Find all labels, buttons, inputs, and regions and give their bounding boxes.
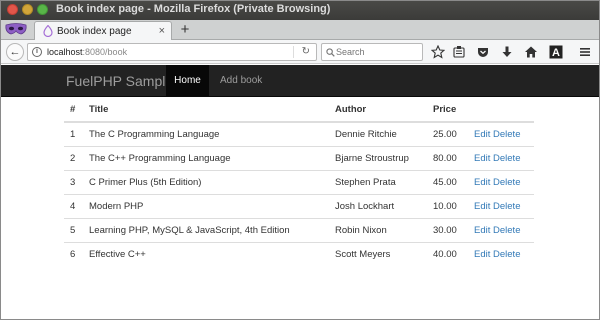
window-maximize-button[interactable] bbox=[37, 4, 48, 15]
book-title: The C++ Programming Language bbox=[83, 145, 329, 170]
reading-list-icon[interactable] bbox=[452, 45, 466, 59]
delete-link[interactable]: Delete bbox=[493, 225, 520, 236]
book-price: 25.00 bbox=[433, 128, 457, 140]
nav-home-link[interactable]: Home bbox=[166, 65, 209, 97]
row-number: 2 bbox=[64, 145, 83, 170]
window-minimize-button[interactable] bbox=[22, 4, 33, 15]
book-author: Robin Nixon bbox=[329, 217, 427, 242]
home-icon[interactable] bbox=[524, 45, 538, 59]
delete-link[interactable]: Delete bbox=[493, 153, 520, 164]
menu-icon[interactable] bbox=[578, 45, 592, 59]
url-path: :8080/book bbox=[82, 47, 128, 57]
book-title: C Primer Plus (5th Edition) bbox=[83, 169, 329, 194]
table-row: 5 Learning PHP, MySQL & JavaScript, 4th … bbox=[64, 217, 534, 242]
row-actions: Edit Delete bbox=[468, 145, 534, 170]
private-browsing-mask-icon bbox=[4, 21, 28, 38]
edit-link[interactable]: Edit bbox=[474, 129, 490, 140]
edit-link[interactable]: Edit bbox=[474, 177, 490, 188]
page-favicon-icon bbox=[43, 24, 53, 38]
browser-toolbar: ← i localhost:8080/book ↻ A bbox=[0, 40, 600, 64]
column-header-author: Author bbox=[329, 98, 427, 123]
row-number: 1 bbox=[70, 128, 76, 140]
book-price: 40.00 bbox=[427, 241, 468, 266]
column-header-price: Price bbox=[427, 98, 468, 123]
url-text: localhost:8080/book bbox=[47, 47, 127, 57]
column-header-title: Title bbox=[83, 98, 329, 123]
table-row: 4 Modern PHP Josh Lockhart 10.00 Edit De… bbox=[64, 193, 534, 218]
book-author: Bjarne Stroustrup bbox=[329, 145, 427, 170]
book-title: The C Programming Language bbox=[89, 128, 220, 140]
site-info-icon[interactable]: i bbox=[32, 47, 42, 57]
table-header-row: # Title Author Price bbox=[64, 98, 534, 123]
row-number: 4 bbox=[64, 193, 83, 218]
tab-close-icon[interactable]: × bbox=[159, 25, 165, 37]
window-close-button[interactable] bbox=[7, 4, 18, 15]
row-number: 3 bbox=[64, 169, 83, 194]
tab-label: Book index page bbox=[57, 26, 132, 37]
row-number: 6 bbox=[64, 241, 83, 266]
book-price: 30.00 bbox=[427, 217, 468, 242]
url-separator bbox=[293, 46, 294, 58]
edit-link[interactable]: Edit bbox=[474, 225, 490, 236]
book-table: # Title Author Price 1 The C Programming… bbox=[64, 98, 534, 266]
book-author: Scott Meyers bbox=[329, 241, 427, 266]
site-navbar: FuelPHP Sample Home Add book bbox=[0, 65, 600, 97]
url-host: localhost bbox=[47, 47, 83, 57]
book-price: 45.00 bbox=[427, 169, 468, 194]
delete-link[interactable]: Delete bbox=[493, 177, 520, 188]
search-input[interactable] bbox=[336, 46, 420, 58]
book-title: Modern PHP bbox=[83, 193, 329, 218]
window-titlebar: Book index page - Mozilla Firefox (Priva… bbox=[0, 0, 600, 20]
bookmark-star-icon[interactable] bbox=[431, 45, 445, 59]
delete-link[interactable]: Delete bbox=[493, 249, 520, 260]
edit-link[interactable]: Edit bbox=[474, 201, 490, 212]
book-price: 80.00 bbox=[427, 145, 468, 170]
column-header-actions bbox=[468, 98, 534, 123]
book-title: Effective C++ bbox=[83, 241, 329, 266]
search-icon bbox=[326, 46, 335, 60]
row-actions: Edit Delete bbox=[468, 169, 534, 194]
tab-book-index[interactable]: Book index page × bbox=[34, 21, 172, 41]
book-author: Stephen Prata bbox=[329, 169, 427, 194]
delete-link[interactable]: Delete bbox=[493, 201, 520, 212]
url-bar[interactable]: i localhost:8080/book ↻ bbox=[27, 43, 317, 61]
book-author: Dennie Ritchie bbox=[335, 128, 397, 140]
back-button[interactable]: ← bbox=[6, 43, 24, 61]
download-icon[interactable] bbox=[500, 45, 514, 59]
site-brand-link[interactable]: FuelPHP Sample bbox=[66, 73, 173, 89]
edit-link[interactable]: Edit bbox=[474, 153, 490, 164]
new-tab-button[interactable]: + bbox=[178, 21, 192, 39]
table-row: 3 C Primer Plus (5th Edition) Stephen Pr… bbox=[64, 169, 534, 194]
search-bar[interactable] bbox=[321, 43, 423, 61]
book-price: 10.00 bbox=[427, 193, 468, 218]
book-title: Learning PHP, MySQL & JavaScript, 4th Ed… bbox=[83, 217, 329, 242]
table-row: 1 The C Programming Language Dennie Ritc… bbox=[64, 122, 534, 146]
tab-bar: Book index page × + bbox=[0, 20, 600, 41]
reload-icon[interactable]: ↻ bbox=[302, 46, 310, 57]
pocket-icon[interactable] bbox=[476, 45, 490, 59]
row-number: 5 bbox=[64, 217, 83, 242]
row-actions: Edit Delete bbox=[468, 193, 534, 218]
svg-text:A: A bbox=[552, 47, 560, 59]
table-row: 6 Effective C++ Scott Meyers 40.00 Edit … bbox=[64, 241, 534, 266]
column-header-number: # bbox=[64, 98, 83, 123]
table-row: 2 The C++ Programming Language Bjarne St… bbox=[64, 145, 534, 170]
window-title: Book index page - Mozilla Firefox (Priva… bbox=[56, 3, 331, 15]
font-icon[interactable]: A bbox=[549, 45, 563, 59]
row-actions: Edit Delete bbox=[468, 217, 534, 242]
book-author: Josh Lockhart bbox=[329, 193, 427, 218]
edit-link[interactable]: Edit bbox=[474, 249, 490, 260]
row-actions: Edit Delete bbox=[468, 241, 534, 266]
row-actions: Edit Delete bbox=[468, 122, 534, 146]
nav-add-book-link[interactable]: Add book bbox=[212, 65, 270, 97]
delete-link[interactable]: Delete bbox=[493, 129, 520, 140]
